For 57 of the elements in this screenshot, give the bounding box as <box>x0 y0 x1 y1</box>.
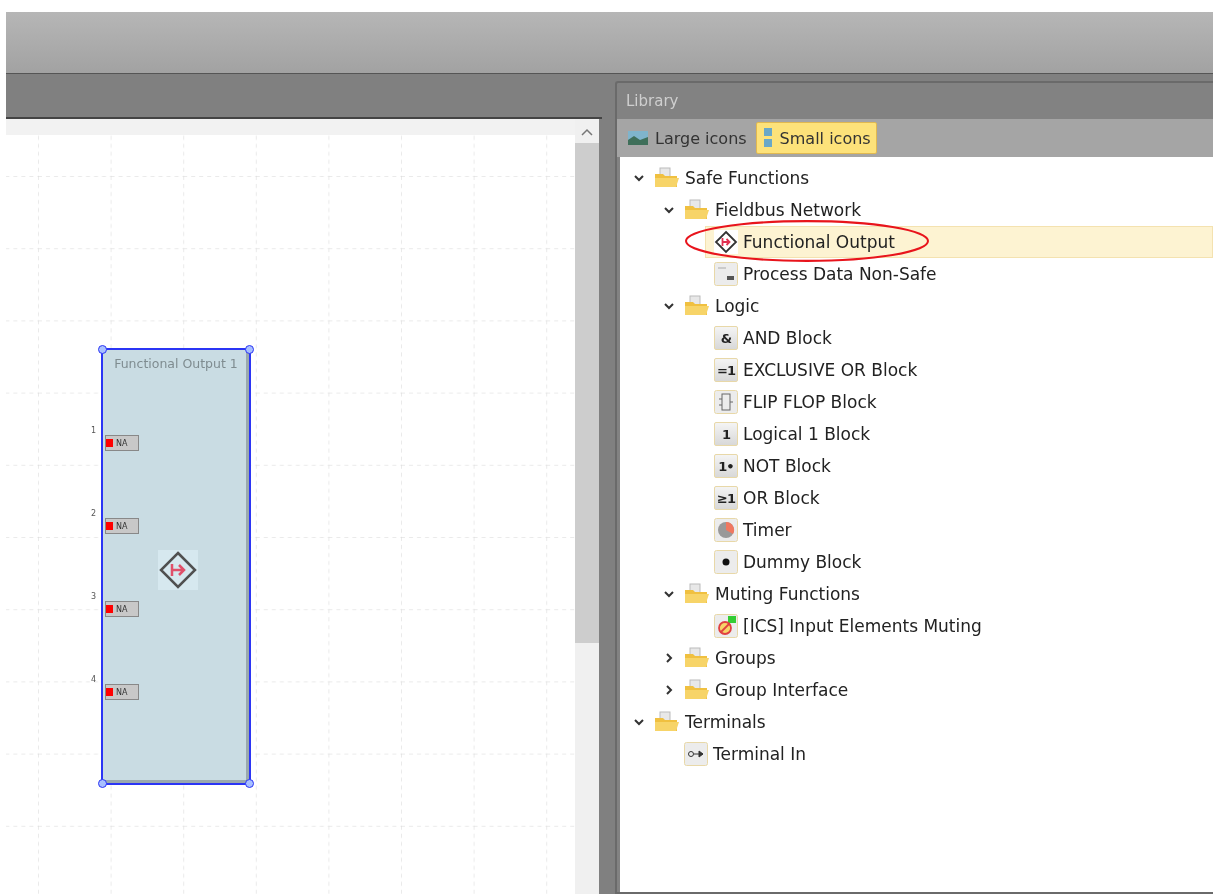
tree-folder[interactable]: Muting Functions <box>715 584 860 604</box>
tree-item[interactable]: OR Block <box>743 488 820 508</box>
input-pin[interactable]: NA <box>105 518 139 534</box>
input-pin[interactable]: NA <box>105 435 139 451</box>
tree-item[interactable]: FLIP FLOP Block <box>743 392 877 412</box>
tree-item[interactable]: NOT Block <box>743 456 831 476</box>
tree-folder[interactable]: Terminals <box>685 712 766 732</box>
block-icon: 1• <box>714 454 738 478</box>
tree-item[interactable]: AND Block <box>743 328 832 348</box>
tree-folder[interactable]: Safe Functions <box>685 168 810 188</box>
timer-icon <box>714 518 738 542</box>
folder-icon <box>684 647 710 669</box>
block-icon: ≥1 <box>714 486 738 510</box>
tree-folder[interactable]: Groups <box>715 648 776 668</box>
folder-icon <box>684 295 710 317</box>
port-number: 2 <box>91 509 97 518</box>
port-number: 1 <box>91 426 97 435</box>
tree-item[interactable]: EXCLUSIVE OR Block <box>743 360 918 380</box>
block-title: Functional Output 1 <box>113 356 239 371</box>
output-diamond-icon <box>158 550 198 590</box>
tree-folder[interactable]: Group Interface <box>715 680 849 700</box>
tree-folder[interactable]: Logic <box>715 296 760 316</box>
tree-folder[interactable]: Fieldbus Network <box>715 200 862 220</box>
folder-icon <box>684 583 710 605</box>
block-icon: 1 <box>714 422 738 446</box>
view-button[interactable]: Small icons <box>755 122 877 154</box>
input-pin[interactable]: NA <box>105 684 139 700</box>
prohibited-icon <box>714 614 738 638</box>
folder-icon <box>684 679 710 701</box>
vertical-scrollbar[interactable] <box>575 119 599 894</box>
output-diamond-icon <box>714 230 738 254</box>
panel-title: Library <box>625 91 680 112</box>
folder-icon <box>654 167 680 189</box>
tree-item[interactable]: Timer <box>743 520 792 540</box>
port-number: 3 <box>91 592 97 601</box>
block-icon: =1 <box>714 358 738 382</box>
list-icon <box>761 127 774 149</box>
tree-item[interactable]: Terminal In <box>713 744 807 764</box>
tree-item[interactable]: [ICS] Input Elements Muting <box>743 616 982 636</box>
input-pin[interactable]: NA <box>105 601 139 617</box>
tree-item[interactable]: Logical 1 Block <box>743 424 871 444</box>
resize-handle[interactable] <box>245 345 254 354</box>
folder-icon <box>654 711 680 733</box>
tree-item[interactable]: Process Data Non-Safe <box>743 264 937 284</box>
tree-item[interactable]: Dummy Block <box>743 552 862 572</box>
scroll-up-icon[interactable] <box>580 127 594 137</box>
terminal-icon <box>684 742 708 766</box>
resize-handle[interactable] <box>98 779 107 788</box>
flip-flop-icon <box>714 390 738 414</box>
view-button[interactable]: Large icons <box>621 122 753 154</box>
block-icon: & <box>714 326 738 350</box>
folder-icon <box>684 199 710 221</box>
resize-handle[interactable] <box>245 779 254 788</box>
port-number: 4 <box>91 675 97 684</box>
landscape-icon <box>627 129 649 147</box>
resize-handle[interactable] <box>98 345 107 354</box>
data-block-icon <box>714 262 738 286</box>
